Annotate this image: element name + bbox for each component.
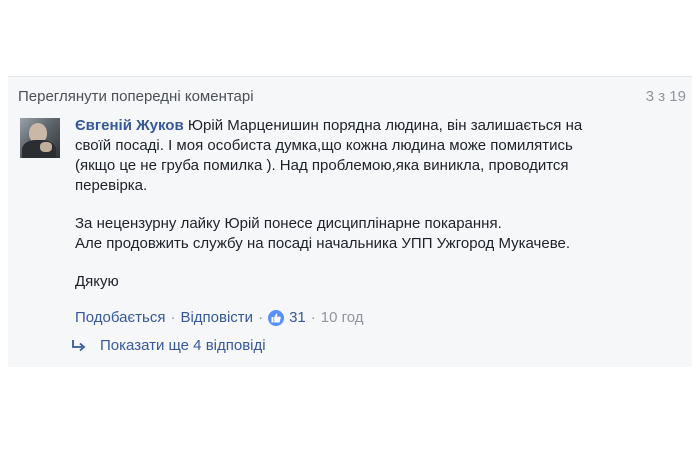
comment-line: Юрій Марценишин порядна людина, він зали… [187, 117, 583, 134]
reply-arrow-icon [72, 339, 86, 351]
reply-link[interactable]: Відповісти [180, 309, 253, 326]
comment-line: (якщо це не груба помилка ). Над проблем… [75, 157, 569, 174]
comment-body: Євгеній Жуков Юрій Марценишин порядна лю… [75, 116, 665, 292]
comment-line: Але продовжить службу на посаді начальни… [75, 235, 571, 252]
show-more-replies-label: Показати ще 4 відповіді [100, 337, 266, 354]
comment-paragraph-1: Євгеній Жуков Юрій Марценишин порядна лю… [75, 116, 665, 196]
avatar-hand [40, 142, 52, 152]
view-previous-comments-link[interactable]: Переглянути попередні коментарі [18, 88, 254, 105]
comment-counter: 3 з 19 [645, 88, 686, 105]
comment-actions: Подобається · Відповісти · 31 · 10 год [75, 309, 364, 326]
like-count[interactable]: 31 [289, 309, 306, 326]
comment-line: своїй посаді. І моя особиста думка,що ко… [75, 137, 573, 154]
like-link[interactable]: Подобається [75, 309, 165, 326]
thumbs-up-glyph [271, 313, 281, 322]
separator-dot: · [310, 309, 316, 326]
show-more-replies-link[interactable]: Показати ще 4 відповіді [72, 337, 266, 354]
comment-author[interactable]: Євгеній Жуков [75, 117, 184, 134]
comment-line: За нецензурну лайку Юрій понесе дисциплі… [75, 215, 502, 232]
comment-line: перевірка. [75, 177, 148, 194]
comment-paragraph-3: Дякую [75, 273, 119, 290]
timestamp[interactable]: 10 год [321, 309, 364, 326]
avatar[interactable] [20, 118, 60, 158]
thumbs-up-icon[interactable] [268, 309, 285, 326]
separator-dot: · [258, 309, 264, 326]
separator-dot: · [170, 309, 176, 326]
comment-paragraph-2: За нецензурну лайку Юрій понесе дисциплі… [75, 214, 665, 254]
